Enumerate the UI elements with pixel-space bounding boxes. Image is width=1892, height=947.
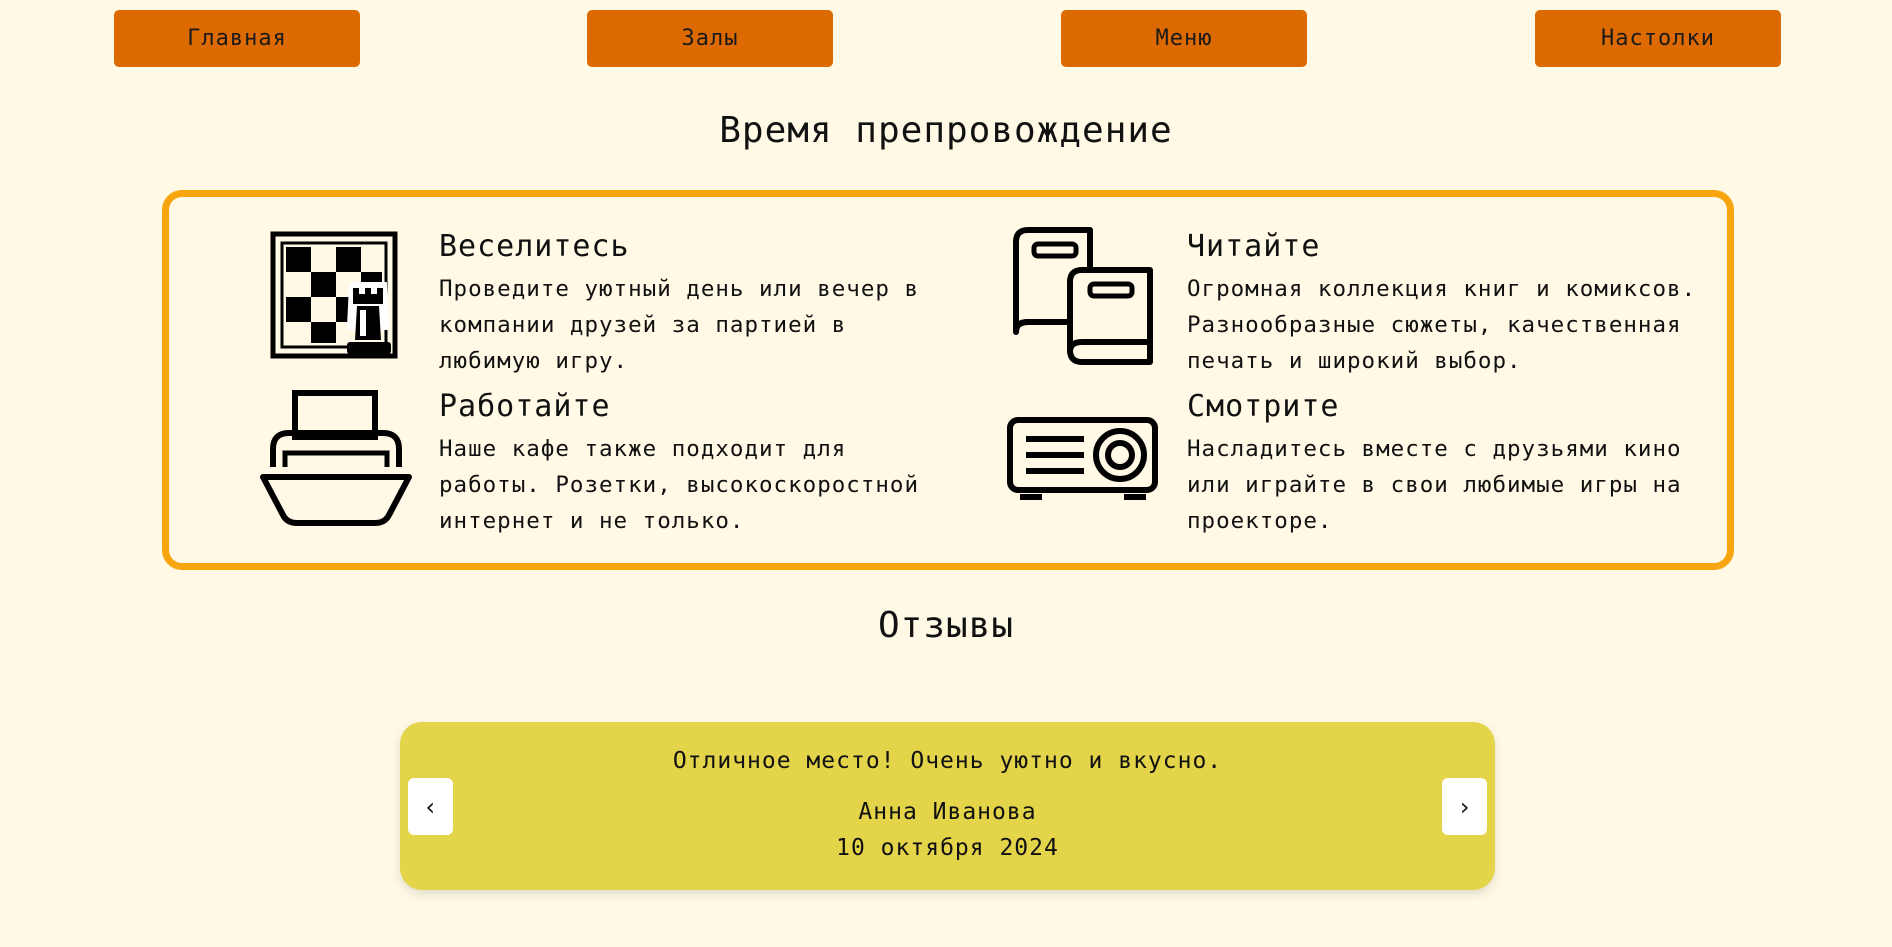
feature-description: Огромная коллекция книг и комиксов. Разн… xyxy=(1187,271,1727,379)
description-line: или играйте в свои любимые игры на xyxy=(1187,472,1682,498)
review-carousel: ‹ › Отличное место! Очень уютно и вкусно… xyxy=(400,722,1495,890)
feature-title: Веселитесь xyxy=(439,229,630,264)
feature-description: Насладитесь вместе с друзьями кино или и… xyxy=(1187,431,1727,539)
feature-title: Работайте xyxy=(439,389,611,424)
feature-title: Смотрите xyxy=(1187,389,1340,424)
chess-board-icon xyxy=(269,230,409,374)
feature-title: Читайте xyxy=(1187,229,1321,264)
review-date: 10 октября 2024 xyxy=(836,835,1059,861)
top-navigation: Главная Залы Меню Настолки xyxy=(0,0,1892,80)
description-line: Насладитесь вместе с друзьями кино xyxy=(1187,436,1682,462)
features-panel: Веселитесь Проведите уютный день или веч… xyxy=(162,190,1734,570)
nav-button-halls[interactable]: Залы xyxy=(587,10,833,67)
printer-icon xyxy=(259,389,414,533)
description-line: проекторе. xyxy=(1187,508,1333,534)
review-author: Анна Иванова xyxy=(858,799,1037,825)
description-line: печать и широкий выбор. xyxy=(1187,348,1522,374)
nav-button-home[interactable]: Главная xyxy=(114,10,360,67)
description-line: Разнообразные сюжеты, качественная xyxy=(1187,312,1682,338)
projector-icon xyxy=(1006,416,1161,510)
review-text: Отличное место! Очень уютно и вкусно. xyxy=(672,748,1223,774)
books-icon xyxy=(1010,224,1155,373)
pastime-section-title: Время препровождение xyxy=(719,110,1173,151)
nav-button-board-games[interactable]: Настолки xyxy=(1535,10,1781,67)
description-line: Огромная коллекция книг и комиксов. xyxy=(1187,276,1697,302)
reviews-section-title: Отзывы xyxy=(877,605,1015,646)
nav-button-menu[interactable]: Меню xyxy=(1061,10,1307,67)
